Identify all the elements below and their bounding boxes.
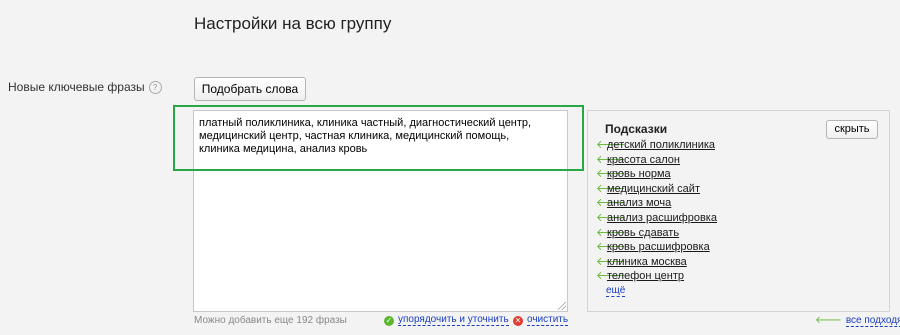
- check-circle-icon: ✓: [384, 316, 394, 326]
- hint-item[interactable]: 🡐кровь расшифровка: [596, 240, 717, 255]
- hint-item-label[interactable]: детский поликлиника: [607, 139, 715, 151]
- hint-item[interactable]: 🡐кровь норма: [596, 167, 717, 182]
- hint-item[interactable]: 🡐кровь сдавать: [596, 226, 717, 241]
- remaining-phrases-hint: Можно добавить еще 192 фразы: [194, 315, 347, 326]
- x-circle-icon: ✕: [513, 316, 523, 326]
- hint-item-label[interactable]: телефон центр: [607, 270, 684, 282]
- hint-item[interactable]: 🡐медицинский сайт: [596, 182, 717, 197]
- arrow-left-icon: 🡐: [596, 211, 626, 224]
- hints-title: Подсказки: [605, 122, 668, 136]
- all-fit-link[interactable]: 🡐все подходят: [815, 314, 900, 327]
- arrow-left-icon: 🡐: [596, 226, 626, 239]
- more-hints-link[interactable]: ещё: [606, 285, 626, 297]
- hints-panel: Подсказки скрыть 🡐детский поликлиника 🡐кр…: [587, 110, 890, 312]
- arrow-left-icon: 🡐: [815, 315, 842, 326]
- hint-item[interactable]: 🡐анализ расшифровка: [596, 211, 717, 226]
- arrow-left-icon: 🡐: [596, 182, 626, 195]
- arrow-left-icon: 🡐: [596, 197, 626, 210]
- sort-and-refine-link[interactable]: ✓ упорядочить и уточнить: [384, 314, 509, 326]
- arrow-left-icon: 🡐: [596, 255, 626, 268]
- hint-item-label[interactable]: кровь сдавать: [607, 227, 679, 239]
- sort-and-refine-label: упорядочить и уточнить: [398, 314, 509, 326]
- arrow-left-icon: 🡐: [596, 139, 626, 151]
- help-icon[interactable]: ?: [148, 81, 162, 94]
- hint-item-label[interactable]: медицинский сайт: [607, 183, 700, 195]
- section-title: Настройки на всю группу: [194, 14, 392, 33]
- keywords-label-text: Новые ключевые фразы: [8, 80, 145, 94]
- hint-item[interactable]: 🡐клиника москва: [596, 255, 717, 270]
- hint-item[interactable]: 🡐красота салон: [596, 153, 717, 168]
- hide-hints-button[interactable]: скрыть: [826, 120, 878, 139]
- hint-item[interactable]: 🡐телефон центр: [596, 269, 717, 284]
- hint-list: 🡐детский поликлиника 🡐красота салон 🡐кровь…: [596, 138, 717, 284]
- all-fit-label: все подходят: [845, 315, 900, 327]
- keywords-textarea[interactable]: платный поликлиника, клиника частный, ди…: [193, 110, 568, 312]
- hint-item-label[interactable]: анализ моча: [607, 197, 671, 209]
- arrow-left-icon: 🡐: [596, 270, 626, 283]
- arrow-left-icon: 🡐: [596, 241, 626, 254]
- hint-item-label[interactable]: клиника москва: [607, 256, 687, 268]
- clear-link[interactable]: ✕ очистить: [513, 314, 569, 326]
- keywords-field-label: Новые ключевые фразы?: [8, 80, 162, 94]
- clear-label: очистить: [527, 314, 569, 326]
- hint-item-label[interactable]: кровь норма: [607, 168, 671, 180]
- hint-item[interactable]: 🡐анализ моча: [596, 196, 717, 211]
- hint-item-label[interactable]: красота салон: [607, 154, 680, 166]
- arrow-left-icon: 🡐: [596, 153, 626, 166]
- hint-item-label[interactable]: кровь расшифровка: [607, 241, 710, 253]
- hint-item[interactable]: 🡐детский поликлиника: [596, 138, 717, 153]
- hint-item-label[interactable]: анализ расшифровка: [607, 212, 717, 224]
- pick-words-button[interactable]: Подобрать слова: [194, 77, 306, 101]
- arrow-left-icon: 🡐: [596, 168, 626, 181]
